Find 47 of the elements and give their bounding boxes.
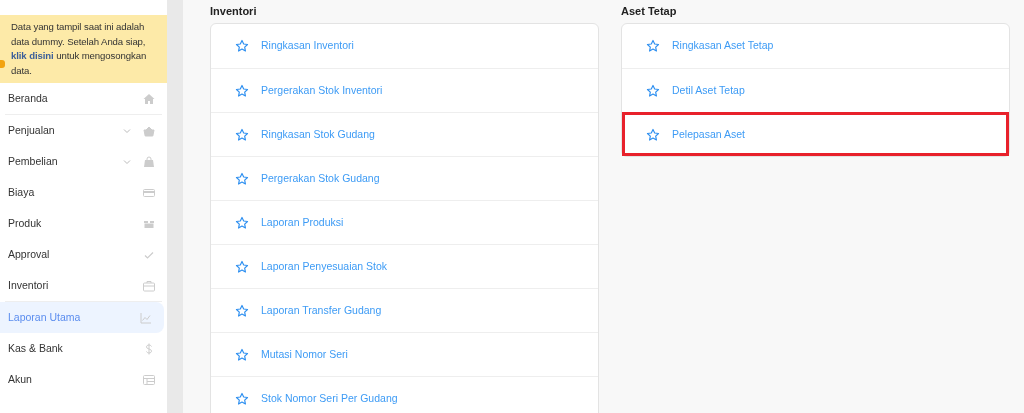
star-icon[interactable] <box>235 83 249 98</box>
basket-icon <box>143 124 155 137</box>
report-link[interactable]: Laporan Transfer Gudang <box>261 302 382 319</box>
report-link[interactable]: Laporan Penyesuaian Stok <box>261 258 388 275</box>
report-link[interactable]: Ringkasan Stok Gudang <box>261 126 375 143</box>
star-icon[interactable] <box>235 171 249 186</box>
star-icon[interactable] <box>235 259 249 274</box>
sidebar-item[interactable]: Biaya <box>0 177 167 208</box>
sidebar-item[interactable]: Beranda <box>0 83 167 114</box>
report-link[interactable]: Laporan Produksi <box>261 214 344 231</box>
briefcase-icon <box>143 279 155 292</box>
star-icon[interactable] <box>235 391 249 406</box>
sidebar-item[interactable]: Akun <box>0 364 167 395</box>
report-link[interactable]: Ringkasan Aset Tetap <box>672 38 774 55</box>
clear-data-link[interactable]: klik disini <box>11 50 54 61</box>
section-title: Aset Tetap <box>621 5 678 19</box>
star-icon[interactable] <box>235 303 249 318</box>
sidebar-item[interactable]: Penjualan <box>0 115 167 146</box>
star-icon[interactable] <box>235 127 249 142</box>
sidebar-item[interactable]: Kas & Bank <box>0 333 167 364</box>
star-icon[interactable] <box>646 39 660 54</box>
dollar-icon <box>143 342 155 355</box>
report-link[interactable]: Detil Aset Tetap <box>672 82 745 99</box>
star-icon[interactable] <box>235 39 249 54</box>
report-link[interactable]: Pelepasan Aset <box>672 126 745 143</box>
section-title: Inventori <box>210 5 258 19</box>
report-link[interactable]: Stok Nomor Seri Per Gudang <box>261 390 398 407</box>
star-icon[interactable] <box>235 347 249 362</box>
report-link[interactable]: Ringkasan Inventori <box>261 38 354 55</box>
notice-text: Data yang tampil saat ini adalah data dummy. Setelah Anda siap, klik disini untuk mengosongkan data. <box>11 21 147 76</box>
star-icon[interactable] <box>646 83 660 98</box>
sidebar-item[interactable]: Pembelian <box>0 146 167 177</box>
star-icon[interactable] <box>646 127 660 142</box>
table-icon <box>143 373 155 386</box>
warning-icon <box>0 60 5 68</box>
star-icon[interactable] <box>235 215 249 230</box>
line-chart-icon <box>140 311 152 324</box>
sidebar-item[interactable]: Inventori <box>0 270 167 301</box>
credit-card-icon <box>143 186 155 199</box>
sidebar-item[interactable]: Laporan Utama <box>0 302 164 333</box>
sidebar-item[interactable]: Approval <box>0 239 167 270</box>
report-link[interactable]: Pergerakan Stok Inventori <box>261 82 383 99</box>
sidebar-item[interactable]: Produk <box>0 208 167 239</box>
report-link[interactable]: Pergerakan Stok Gudang <box>261 170 380 187</box>
bag-icon <box>143 155 155 168</box>
report-link[interactable]: Mutasi Nomor Seri <box>261 346 348 363</box>
home-icon <box>143 92 155 105</box>
